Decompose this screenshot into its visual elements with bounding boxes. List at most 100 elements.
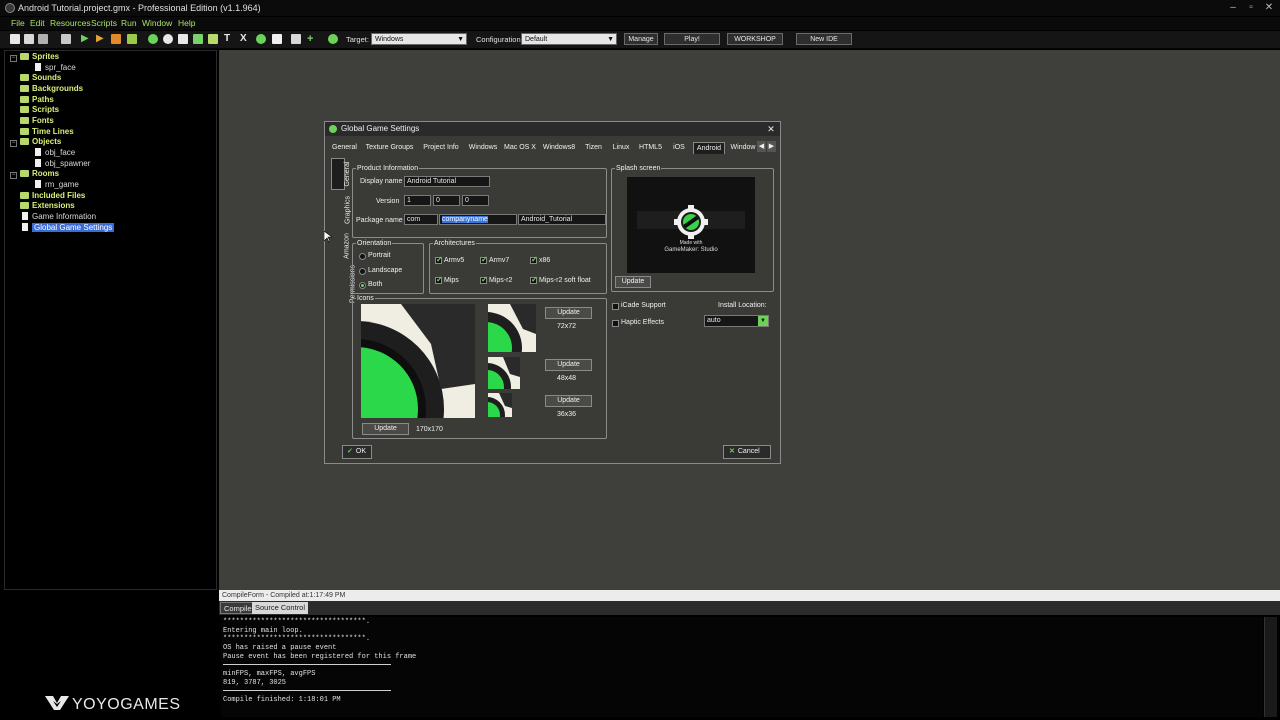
tree-rooms[interactable]: − Rooms [10,169,59,179]
display-name-field[interactable]: Android Tutorial [404,176,490,187]
armv5-checkbox[interactable] [435,255,443,264]
icon-36-update-button[interactable]: Update [545,395,592,407]
menu-file[interactable]: File [11,17,25,30]
new-icon[interactable] [10,34,20,44]
tree-fonts[interactable]: Fonts [20,116,54,126]
dialog-close-icon[interactable]: ✕ [765,122,777,136]
mips-r2-checkbox[interactable] [480,275,488,284]
tree-rm-game[interactable]: rm_game [35,180,79,190]
script-icon[interactable] [208,34,218,44]
menu-scripts[interactable]: Scripts [91,17,117,30]
tab-scroll-right-icon[interactable]: ▶ [767,141,776,152]
tab-texture-groups[interactable]: Texture Groups [363,142,416,154]
maximize-icon[interactable]: ▫ [1244,2,1258,14]
game-info-icon[interactable] [291,34,301,44]
menu-window[interactable]: Window [142,17,172,30]
ok-button[interactable]: ✓ OK [342,445,372,459]
tree-global-game-settings[interactable]: Global Game Settings [22,223,115,233]
path-icon[interactable] [193,34,203,44]
run-icon[interactable]: ▶ [81,34,91,44]
tab-compile[interactable]: Compile [220,602,256,614]
radio-portrait[interactable] [359,253,366,260]
tree-spr-face[interactable]: spr_face [35,63,76,73]
version-minor-field[interactable]: 0 [433,195,460,206]
tab-mac-os-x[interactable]: Mac OS X [504,142,536,154]
stop-icon[interactable] [111,34,121,44]
tree-timelines[interactable]: Time Lines [20,127,74,137]
tab-window[interactable]: Window [728,142,758,154]
tree-game-information[interactable]: Game Information [22,212,96,222]
menu-edit[interactable]: Edit [30,17,45,30]
target-select[interactable]: Windows ▼ [371,33,467,45]
workshop-button[interactable]: WORKSHOP [727,33,783,45]
configuration-select[interactable]: Default ▼ [521,33,617,45]
room-icon[interactable] [272,34,282,44]
radio-landscape[interactable] [359,268,366,275]
armv7-checkbox[interactable] [480,255,488,264]
tab-tizen[interactable]: Tizen [582,142,605,154]
play-button[interactable]: Play! [664,33,720,45]
minimize-icon[interactable]: – [1226,2,1240,14]
tree-sounds[interactable]: Sounds [20,73,61,83]
background-icon[interactable] [178,34,188,44]
side-tab-amazon[interactable]: Amazon [331,228,350,264]
tab-linux[interactable]: Linux [610,142,632,154]
tree-objects[interactable]: − Objects [10,137,61,147]
package-product-field[interactable]: Android_Tutorial [518,214,606,225]
mips-r2-soft-float-checkbox[interactable] [530,275,538,284]
cancel-button[interactable]: ✕ Cancel [723,445,771,459]
tree-included-files[interactable]: Included Files [20,191,85,201]
tree-obj-spawner[interactable]: obj_spawner [35,159,90,169]
tree-paths[interactable]: Paths [20,95,54,105]
debug-icon[interactable]: ▶ [96,34,106,44]
menu-help[interactable]: Help [178,17,195,30]
create-exe-icon[interactable] [127,34,137,44]
mips-checkbox[interactable] [435,275,443,284]
export-icon[interactable] [61,34,71,44]
tree-extensions[interactable]: Extensions [20,201,75,211]
tab-scroll-left-icon[interactable]: ◀ [757,141,766,152]
save-icon[interactable] [38,34,48,44]
side-tab-permissions[interactable]: Permissions [331,262,357,306]
manage-button[interactable]: Manage [624,33,658,45]
icon-48-update-button[interactable]: Update [545,359,592,371]
clean-icon[interactable] [148,34,158,44]
icon-72-update-button[interactable]: Update [545,307,592,319]
x86-checkbox[interactable] [530,255,538,264]
icon-170-update-button[interactable]: Update [362,423,409,435]
open-icon[interactable] [24,34,34,44]
side-tab-general[interactable]: General [331,158,351,190]
object-icon[interactable] [256,34,266,44]
version-build-field[interactable]: 0 [462,195,489,206]
haptic-effects-checkbox[interactable] [612,320,619,327]
tab-ios[interactable]: iOS [670,142,688,154]
tree-scripts[interactable]: Scripts [20,105,59,115]
package-company-field[interactable]: companyname [439,214,517,225]
menu-resources[interactable]: Resources [50,17,91,30]
side-tab-graphics[interactable]: Graphics [331,192,352,228]
package-prefix-field[interactable]: com [404,214,438,225]
new-ide-button[interactable]: New IDE [796,33,852,45]
tree-obj-face[interactable]: obj_face [35,148,75,158]
font-icon[interactable]: T [224,34,234,44]
tab-android[interactable]: Android [693,142,725,154]
tab-windows8[interactable]: Windows8 [541,142,577,154]
icade-support-checkbox[interactable] [612,303,619,310]
tab-windows[interactable]: Windows [467,142,499,154]
tab-general[interactable]: General [331,142,358,154]
tree-backgrounds[interactable]: Backgrounds [20,84,83,94]
tab-source-control[interactable]: Source Control [252,602,309,614]
radio-both[interactable] [359,282,366,289]
install-location-select[interactable]: auto ▼ [704,315,769,327]
splash-update-button[interactable]: Update [615,276,651,288]
version-major-field[interactable]: 1 [404,195,431,206]
tab-project-info[interactable]: Project Info [421,142,461,154]
tab-html5[interactable]: HTML5 [637,142,664,154]
tree-sprites[interactable]: − Sprites [10,52,59,62]
menu-run[interactable]: Run [121,17,137,30]
plus-icon[interactable]: + [307,34,317,45]
help-icon[interactable] [328,34,338,44]
log-scrollbar[interactable] [1264,617,1277,717]
close-icon[interactable]: ✕ [1262,2,1276,14]
timeline-icon[interactable]: X [240,34,250,44]
